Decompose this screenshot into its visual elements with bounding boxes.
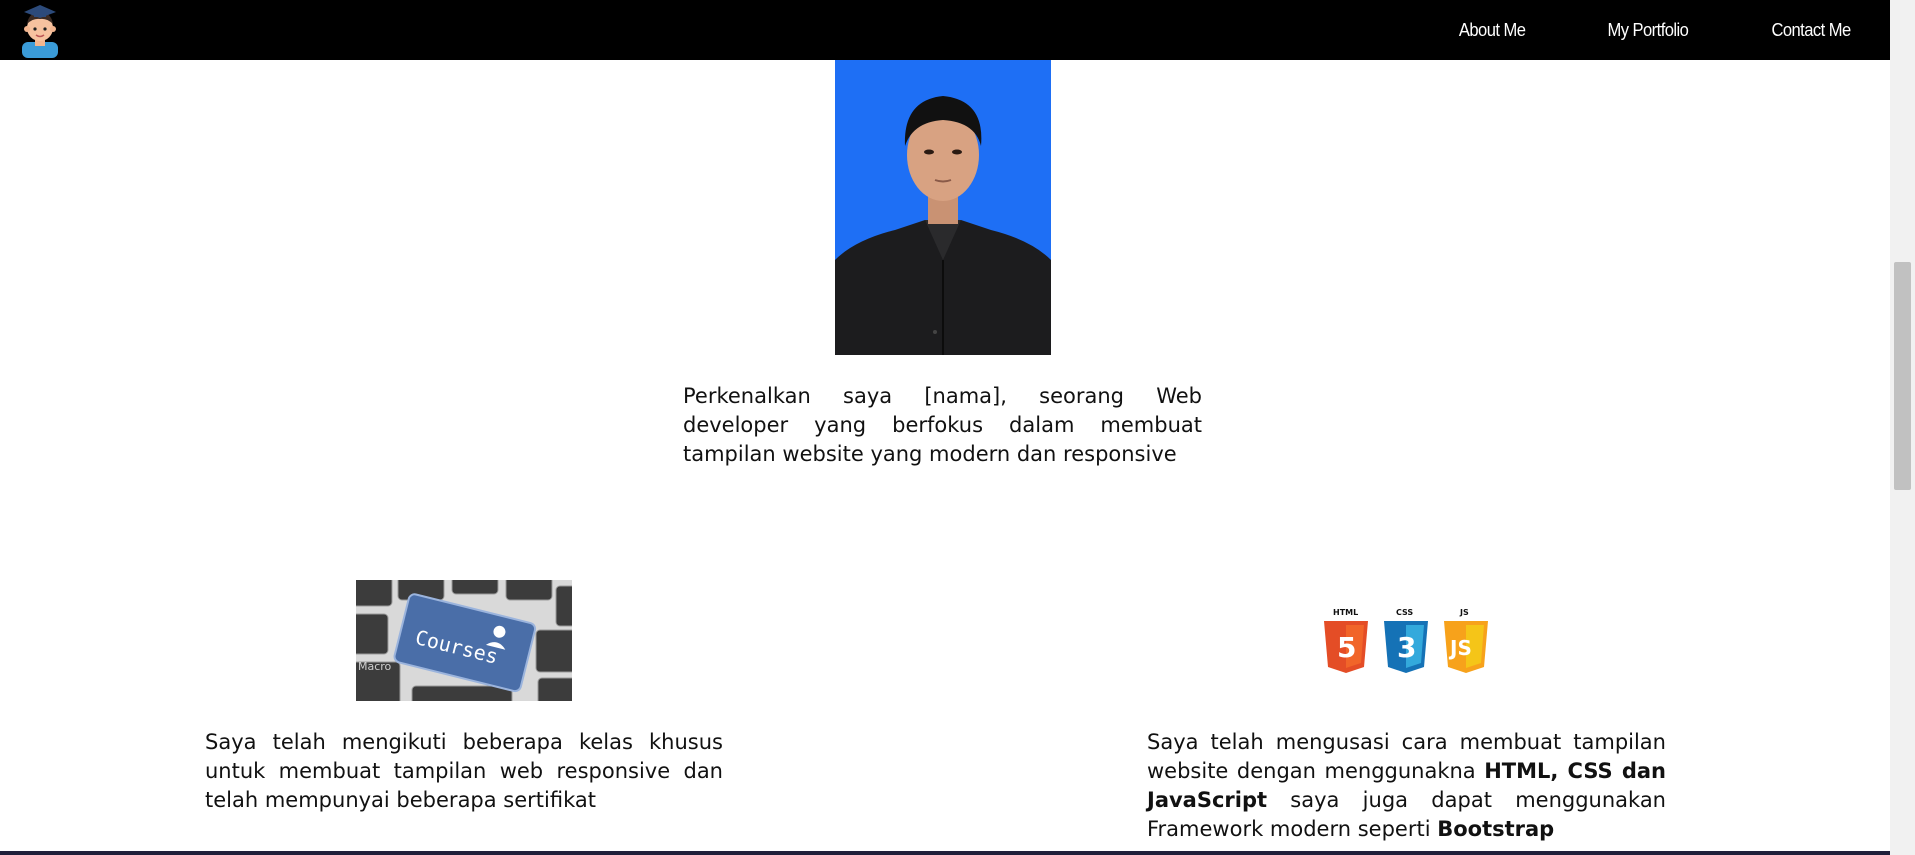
tech-skills-text: Saya telah mengusasi cara membuat tampil…	[1147, 730, 1666, 841]
svg-text:Macro: Macro	[358, 660, 392, 673]
avatar-logo-icon[interactable]	[14, 2, 66, 58]
intro-text: Perkenalkan saya [nama], seorang Web dev…	[683, 384, 1202, 466]
scrollbar-thumb[interactable]	[1894, 262, 1911, 490]
nav-my-portfolio[interactable]: My Portfolio	[1608, 20, 1689, 41]
tech-highlight-bootstrap: Bootstrap	[1437, 817, 1555, 841]
tech-logos: HTML 5 CSS 3 JS JS	[1322, 605, 1492, 675]
nav-about-me[interactable]: About Me	[1459, 20, 1526, 41]
css3-icon: CSS 3	[1384, 608, 1428, 673]
courses-text: Saya telah mengikuti beberapa kelas khus…	[205, 730, 723, 812]
nav-contact-me[interactable]: Contact Me	[1771, 20, 1851, 41]
svg-text:CSS: CSS	[1396, 608, 1413, 617]
svg-text:3: 3	[1397, 631, 1416, 664]
courses-keyboard-image: Courses Macro	[356, 580, 572, 701]
profile-photo	[835, 60, 1051, 355]
navbar: About Me My Portfolio Contact Me	[0, 0, 1890, 60]
svg-text:HTML: HTML	[1333, 608, 1358, 617]
svg-text:JS: JS	[1459, 608, 1469, 617]
svg-text:JS: JS	[1448, 636, 1472, 660]
nav-links: About Me My Portfolio Contact Me	[1380, 0, 1854, 60]
html5-icon: HTML 5	[1324, 608, 1368, 673]
svg-text:5: 5	[1337, 631, 1356, 664]
bottom-strip	[0, 851, 1890, 855]
page-scrollbar[interactable]	[1890, 0, 1915, 855]
javascript-icon: JS JS	[1444, 608, 1488, 673]
